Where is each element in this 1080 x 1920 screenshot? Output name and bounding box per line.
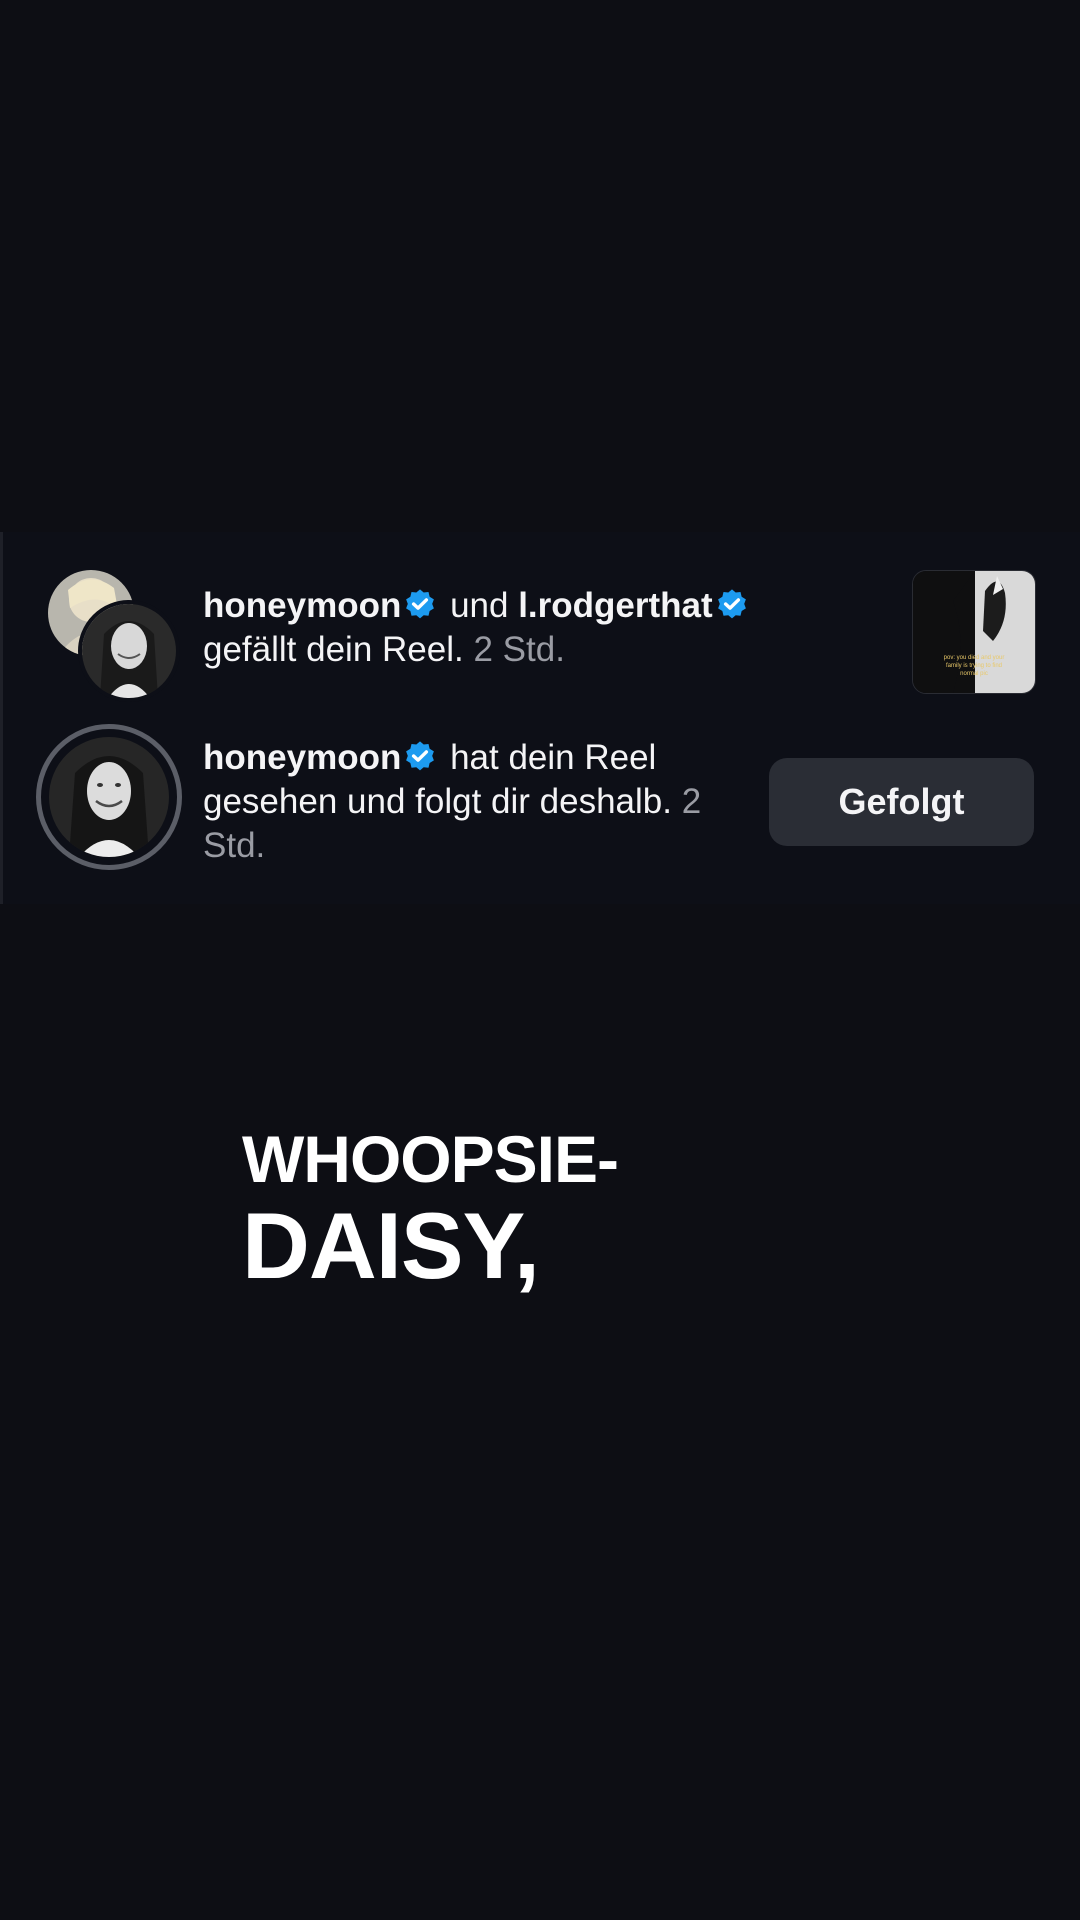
thumbnail-caption-line2: family is trying to find xyxy=(946,663,1002,669)
username[interactable]: l.rodgerthat xyxy=(518,586,712,625)
action-text: gefällt dein Reel. xyxy=(203,630,464,669)
avatar-user1[interactable] xyxy=(49,737,169,857)
caption-line2: DAISY, xyxy=(242,1193,540,1298)
caption-line1: WHOOPSIE- xyxy=(242,1122,619,1196)
notification-like[interactable]: honeymoon und l.rodgerthat gefällt dein … xyxy=(0,560,1080,702)
notification-text: honeymoon und l.rodgerthat gefällt dein … xyxy=(203,584,823,672)
avatar-user1[interactable] xyxy=(78,600,180,702)
reel-thumbnail[interactable]: pov: you died and your family is trying … xyxy=(912,570,1036,694)
timestamp: 2 Std. xyxy=(473,630,565,669)
thumbnail-caption-line3: normal pic xyxy=(960,671,988,677)
verified-badge-icon xyxy=(403,740,437,774)
connector-text: und xyxy=(450,586,509,625)
following-button[interactable]: Gefolgt xyxy=(769,758,1034,846)
username[interactable]: honeymoon xyxy=(203,738,401,777)
notification-text: honeymoon hat dein Reel gesehen und folg… xyxy=(203,736,723,868)
verified-badge-icon xyxy=(715,588,749,622)
thumbnail-caption-line1: pov: you died and your xyxy=(944,655,1005,661)
notification-follow[interactable]: honeymoon hat dein Reel gesehen und folg… xyxy=(0,718,1080,878)
username[interactable]: honeymoon xyxy=(203,586,401,625)
video-caption: WHOOPSIE- DAISY, xyxy=(242,1122,619,1298)
verified-badge-icon xyxy=(403,588,437,622)
